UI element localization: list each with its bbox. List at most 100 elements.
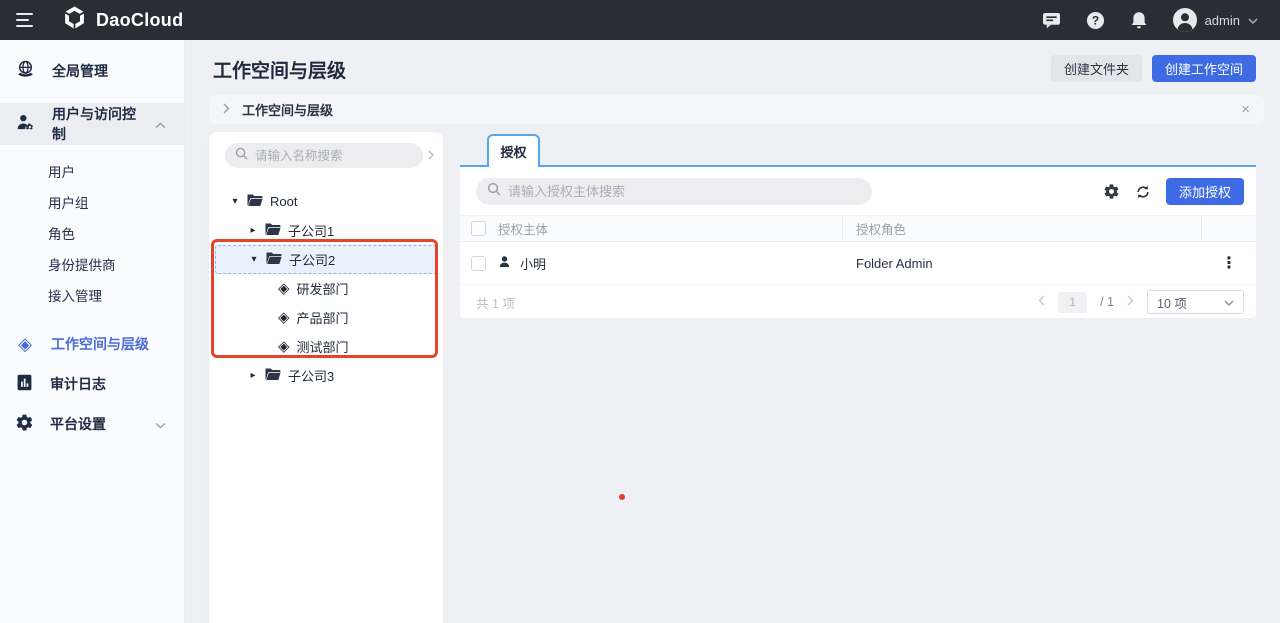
tree-search-input[interactable] xyxy=(255,149,413,163)
tree-node-label: 子公司1 xyxy=(288,221,334,240)
workspace-diamond-icon: ◈ xyxy=(278,281,290,296)
panel-collapse-icon[interactable] xyxy=(428,147,435,165)
sidebar-item-users-access-control[interactable]: 用户与访问控制 xyxy=(0,103,184,145)
row-checkbox[interactable] xyxy=(471,256,486,271)
sidebar-item-identity-providers[interactable]: 身份提供商 xyxy=(0,248,184,279)
sidebar-item-platform-settings[interactable]: 平台设置 xyxy=(0,404,184,444)
authorization-search xyxy=(476,178,872,205)
subject-name: 小明 xyxy=(520,254,546,273)
tree-node-label: 子公司2 xyxy=(289,250,335,269)
tree-node-product-department[interactable]: ◈ 产品部门 xyxy=(209,303,443,332)
sidebar-item-label: 平台设置 xyxy=(50,414,106,434)
audit-log-icon xyxy=(15,373,34,395)
folder-icon xyxy=(266,252,282,268)
tree-node-rd-department[interactable]: ◈ 研发部门 xyxy=(209,274,443,303)
notification-bell-icon[interactable] xyxy=(1130,11,1148,30)
role-name: Folder Admin xyxy=(856,256,933,271)
tree-node-label: 子公司3 xyxy=(288,366,334,385)
current-page-input[interactable] xyxy=(1058,292,1087,313)
add-authorization-button[interactable]: 添加授权 xyxy=(1166,178,1244,205)
chevron-down-icon xyxy=(155,416,166,432)
chevron-right-icon[interactable] xyxy=(223,101,230,119)
chevron-down-icon xyxy=(1224,295,1234,309)
workspace-diamond-icon: ◈ xyxy=(15,335,35,353)
sidebar-item-label: 工作空间与层级 xyxy=(51,334,149,354)
sidebar-item-label: 全局管理 xyxy=(52,61,108,81)
annotation-click-dot xyxy=(619,494,625,500)
chevron-down-icon xyxy=(1248,11,1258,29)
table-header: 授权主体 授权角色 xyxy=(460,215,1256,242)
authorization-search-input[interactable] xyxy=(508,184,861,199)
workspace-diamond-icon: ◈ xyxy=(278,310,290,325)
sidebar-sublist: 用户 用户组 角色 身份提供商 接入管理 xyxy=(0,145,184,316)
avatar xyxy=(1173,8,1197,32)
daocloud-logo-icon xyxy=(62,5,87,35)
chevron-up-icon xyxy=(155,116,166,132)
table-row: 小明 Folder Admin ⋮ xyxy=(460,242,1256,285)
sidebar-item-global-management[interactable]: 全局管理 xyxy=(0,50,184,92)
brand[interactable]: DaoCloud xyxy=(62,5,183,35)
tree-node-subsidiary2-selected[interactable]: ▾ 子公司2 xyxy=(215,245,437,274)
globe-icon xyxy=(15,59,36,83)
expand-arrow-icon[interactable]: ▾ xyxy=(249,255,259,265)
sidebar-item-user-groups[interactable]: 用户组 xyxy=(0,186,184,217)
prev-page-icon[interactable] xyxy=(1038,295,1045,309)
sidebar-item-label: 用户与访问控制 xyxy=(52,104,139,144)
folder-icon xyxy=(247,194,263,210)
tree-search xyxy=(225,143,423,168)
user-menu[interactable]: admin xyxy=(1173,8,1258,32)
create-workspace-button[interactable]: 创建工作空间 xyxy=(1152,55,1256,82)
tree-node-subsidiary1[interactable]: ▸ 子公司1 xyxy=(209,216,443,245)
breadcrumb-text: 工作空间与层级 xyxy=(242,100,333,119)
sidebar-item-users[interactable]: 用户 xyxy=(0,155,184,186)
breadcrumb: 工作空间与层级 × xyxy=(209,95,1264,124)
help-icon[interactable]: ? xyxy=(1086,11,1105,30)
next-page-icon[interactable] xyxy=(1127,295,1134,309)
feedback-chat-icon[interactable] xyxy=(1042,12,1061,29)
create-folder-button[interactable]: 创建文件夹 xyxy=(1051,55,1142,82)
hierarchy-tree-panel: ▾ Root ▸ 子公司1 ▾ xyxy=(209,132,443,623)
sidebar-item-audit-log[interactable]: 审计日志 xyxy=(0,364,184,404)
table-settings-gear-icon[interactable] xyxy=(1103,183,1120,200)
collapse-arrow-icon[interactable]: ▸ xyxy=(248,226,258,236)
select-all-checkbox[interactable] xyxy=(471,221,486,236)
user-gear-icon xyxy=(15,112,36,136)
page-total: / 1 xyxy=(1100,295,1114,309)
workspace-tree: ▾ Root ▸ 子公司1 ▾ xyxy=(209,187,443,390)
workspace-diamond-icon: ◈ xyxy=(278,339,290,354)
refresh-icon[interactable] xyxy=(1135,184,1151,200)
column-header-role: 授权角色 xyxy=(856,219,906,238)
sidebar-item-access-management[interactable]: 接入管理 xyxy=(0,279,184,310)
brand-name: DaoCloud xyxy=(96,10,183,31)
search-icon xyxy=(235,147,248,165)
close-icon[interactable]: × xyxy=(1241,102,1250,117)
tree-node-subsidiary3[interactable]: ▸ 子公司3 xyxy=(209,361,443,390)
sidebar: 全局管理 用户与访问控制 用户 用户组 角色 身份提供商 接入管理 ◈ 工作空间… xyxy=(0,40,185,623)
total-count: 共 1 项 xyxy=(476,293,515,312)
row-actions-kebab-icon[interactable]: ⋮ xyxy=(1221,253,1237,273)
sidebar-item-workspace-hierarchy[interactable]: ◈ 工作空间与层级 xyxy=(0,324,184,364)
search-icon xyxy=(487,182,501,201)
gear-icon xyxy=(15,413,34,435)
tab-authorization[interactable]: 授权 xyxy=(487,134,540,167)
page-size-select[interactable]: 10 项 xyxy=(1147,290,1244,314)
tree-node-label: 测试部门 xyxy=(297,337,349,356)
collapse-arrow-icon[interactable]: ▸ xyxy=(248,371,258,381)
page-size-value: 10 项 xyxy=(1157,293,1187,312)
menu-toggle-icon[interactable] xyxy=(16,9,38,31)
sidebar-item-roles[interactable]: 角色 xyxy=(0,217,184,248)
tree-node-test-department[interactable]: ◈ 测试部门 xyxy=(209,332,443,361)
column-header-subject: 授权主体 xyxy=(498,219,548,238)
expand-arrow-icon[interactable]: ▾ xyxy=(230,197,240,207)
tree-node-root[interactable]: ▾ Root xyxy=(209,187,443,216)
svg-text:?: ? xyxy=(1091,13,1098,27)
table-footer: 共 1 项 / 1 10 项 xyxy=(460,285,1256,319)
tree-node-label: Root xyxy=(270,194,297,209)
tree-node-label: 产品部门 xyxy=(297,308,349,327)
tree-node-label: 研发部门 xyxy=(297,279,349,298)
authorization-panel: 添加授权 授权主体 授权角色 小明 Folder A xyxy=(460,165,1256,318)
folder-icon xyxy=(265,223,281,239)
sidebar-divider xyxy=(0,97,184,98)
user-name: admin xyxy=(1205,13,1240,28)
sidebar-item-label: 审计日志 xyxy=(50,374,106,394)
